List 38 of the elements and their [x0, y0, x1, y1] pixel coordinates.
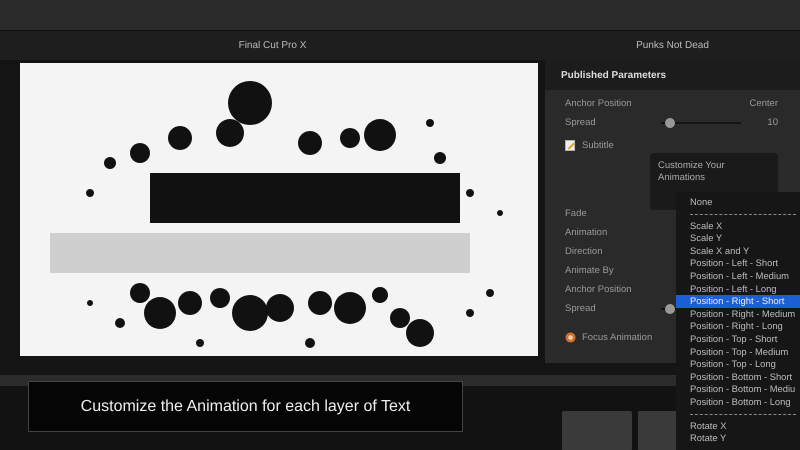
slider-thumb[interactable] [664, 118, 674, 128]
menu-item[interactable]: Position - Bottom - Mediu [676, 383, 800, 396]
parameter-label: Spread [565, 303, 597, 314]
menu-item[interactable]: Position - Top - Short [676, 332, 800, 346]
menu-item[interactable]: Position - Right - Long [676, 320, 800, 333]
menu-item[interactable]: Position - Right - Medium [676, 308, 800, 320]
parameter-label: Anchor Position [565, 98, 632, 109]
caption-overlay: Customize the Animation for each layer of Text [28, 381, 463, 432]
parameter-label: Animate By [565, 265, 614, 276]
menu-item[interactable]: Scale X [676, 220, 800, 232]
parameter-label: Spread [565, 117, 597, 128]
slider-thumb[interactable] [664, 304, 674, 314]
slider-value: 10 [767, 117, 778, 128]
layer-label: Focus Animation [582, 332, 652, 343]
menu-item[interactable]: Position - Right - Short [676, 295, 800, 308]
menu-item[interactable]: Position - Top - Long [676, 358, 800, 371]
menu-item[interactable]: Rotate X [676, 420, 800, 432]
viewer-title: Final Cut Pro X [238, 40, 306, 51]
menu-item[interactable]: Position - Left - Short [676, 257, 800, 270]
menu-item[interactable]: Position - Left - Medium [676, 270, 800, 283]
parameter-label: Fade [565, 208, 587, 219]
menu-item[interactable]: Position - Top - Medium [676, 346, 800, 358]
menu-item[interactable]: Position - Left - Long [676, 282, 800, 296]
menu-item[interactable]: Scale X and Y [676, 244, 800, 258]
project-title: Punks Not Dead [636, 40, 709, 51]
note-pencil-icon [565, 140, 576, 151]
parameter-label: Direction [565, 246, 602, 257]
menu-item[interactable]: Position - Bottom - Short [676, 370, 800, 384]
parameter-value[interactable]: Center [749, 98, 778, 109]
focus-icon [565, 332, 576, 343]
menu-item[interactable]: Position - Bottom - Long [676, 396, 800, 408]
parameter-label: Anchor Position [565, 284, 632, 295]
clip-thumbnail[interactable] [562, 411, 632, 450]
layer-label: Subtitle [582, 140, 614, 151]
menu-item[interactable]: Scale Y [676, 232, 800, 245]
menu-item[interactable]: Rotate Y [676, 432, 800, 445]
clip-thumbnail[interactable] [638, 411, 678, 450]
parameter-label: Animation [565, 227, 608, 238]
